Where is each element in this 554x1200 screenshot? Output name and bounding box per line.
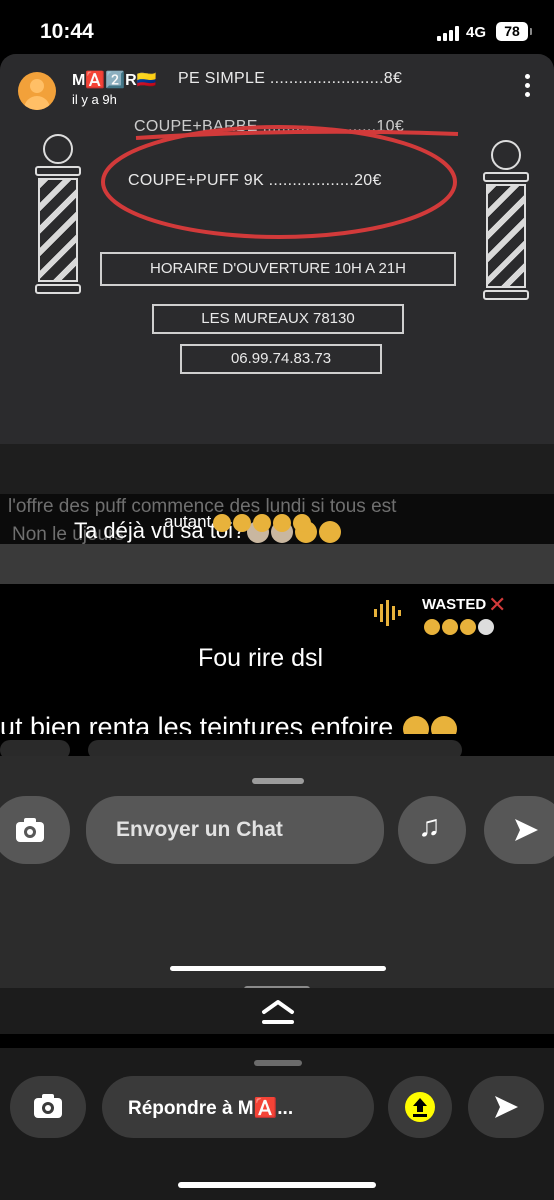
signal-icon [437, 26, 461, 41]
network-label: 4G [466, 24, 487, 41]
barber-pole-left [30, 134, 86, 294]
bottom-grabber [254, 1060, 302, 1066]
story-timestamp: il y a 9h [72, 92, 117, 107]
chevron-up-icon[interactable] [260, 996, 296, 1024]
inner-chat-input: Envoyer un Chat [86, 796, 384, 864]
partial-row [0, 734, 554, 760]
reply-placeholder: Répondre à M🅰️... [128, 1098, 294, 1119]
send-button[interactable] [468, 1076, 544, 1138]
story-username[interactable]: M🅰️2️⃣R🇨🇴 [72, 70, 157, 90]
cross-icon: ✕ [488, 592, 507, 617]
upload-icon [405, 1092, 435, 1122]
home-indicator [178, 1182, 376, 1188]
chat-area: WASTED ✕ Fou rire dsl ut bien renta les … [0, 584, 554, 742]
divider-strip [0, 444, 554, 494]
more-options-icon[interactable] [520, 74, 534, 102]
status-bar: 10:44 4G 78 [0, 0, 554, 54]
wasted-label: WASTED [422, 596, 487, 613]
inner-send-button [484, 796, 554, 864]
send-arrow-icon [515, 819, 538, 841]
status-time: 10:44 [40, 20, 94, 43]
reply-bar: Répondre à M🅰️... [0, 1048, 554, 1200]
battery-icon: 78 [496, 22, 532, 41]
home-indicator [170, 966, 386, 971]
inner-music-button: ♫ [398, 796, 466, 864]
phone-box: 06.99.74.83.73 [180, 344, 382, 374]
reply-input[interactable]: Répondre à M🅰️... [102, 1076, 374, 1138]
emoji-row [422, 618, 494, 636]
camera-icon [16, 818, 44, 842]
upload-button[interactable] [388, 1076, 452, 1138]
swipe-up-area[interactable] [0, 988, 554, 1034]
inner-screenshot: Envoyer un Chat ♫ [0, 756, 554, 986]
music-note-icon: ♫ [418, 810, 441, 843]
inner-camera-button [0, 796, 70, 864]
caption-2: autant [164, 512, 312, 532]
audio-wave-icon [374, 600, 401, 626]
camera-button[interactable] [10, 1076, 86, 1138]
city-box: LES MUREAUX 78130 [152, 304, 404, 334]
caption-3: Fou rire dsl [198, 644, 324, 672]
send-arrow-icon [495, 1096, 518, 1118]
story-view[interactable]: PE SIMPLE ........................8€ COU… [0, 54, 554, 1034]
avatar[interactable] [18, 72, 56, 110]
barber-pole-right [478, 140, 534, 300]
grabber-handle [252, 778, 304, 784]
camera-icon [34, 1094, 62, 1118]
story-header: M🅰️2️⃣R🇨🇴 il y a 9h [0, 54, 554, 124]
gray-band [0, 544, 554, 584]
red-circle-annotation [101, 125, 459, 239]
opening-hours-box: HORAIRE D'OUVERTURE 10H A 21H [100, 252, 456, 286]
